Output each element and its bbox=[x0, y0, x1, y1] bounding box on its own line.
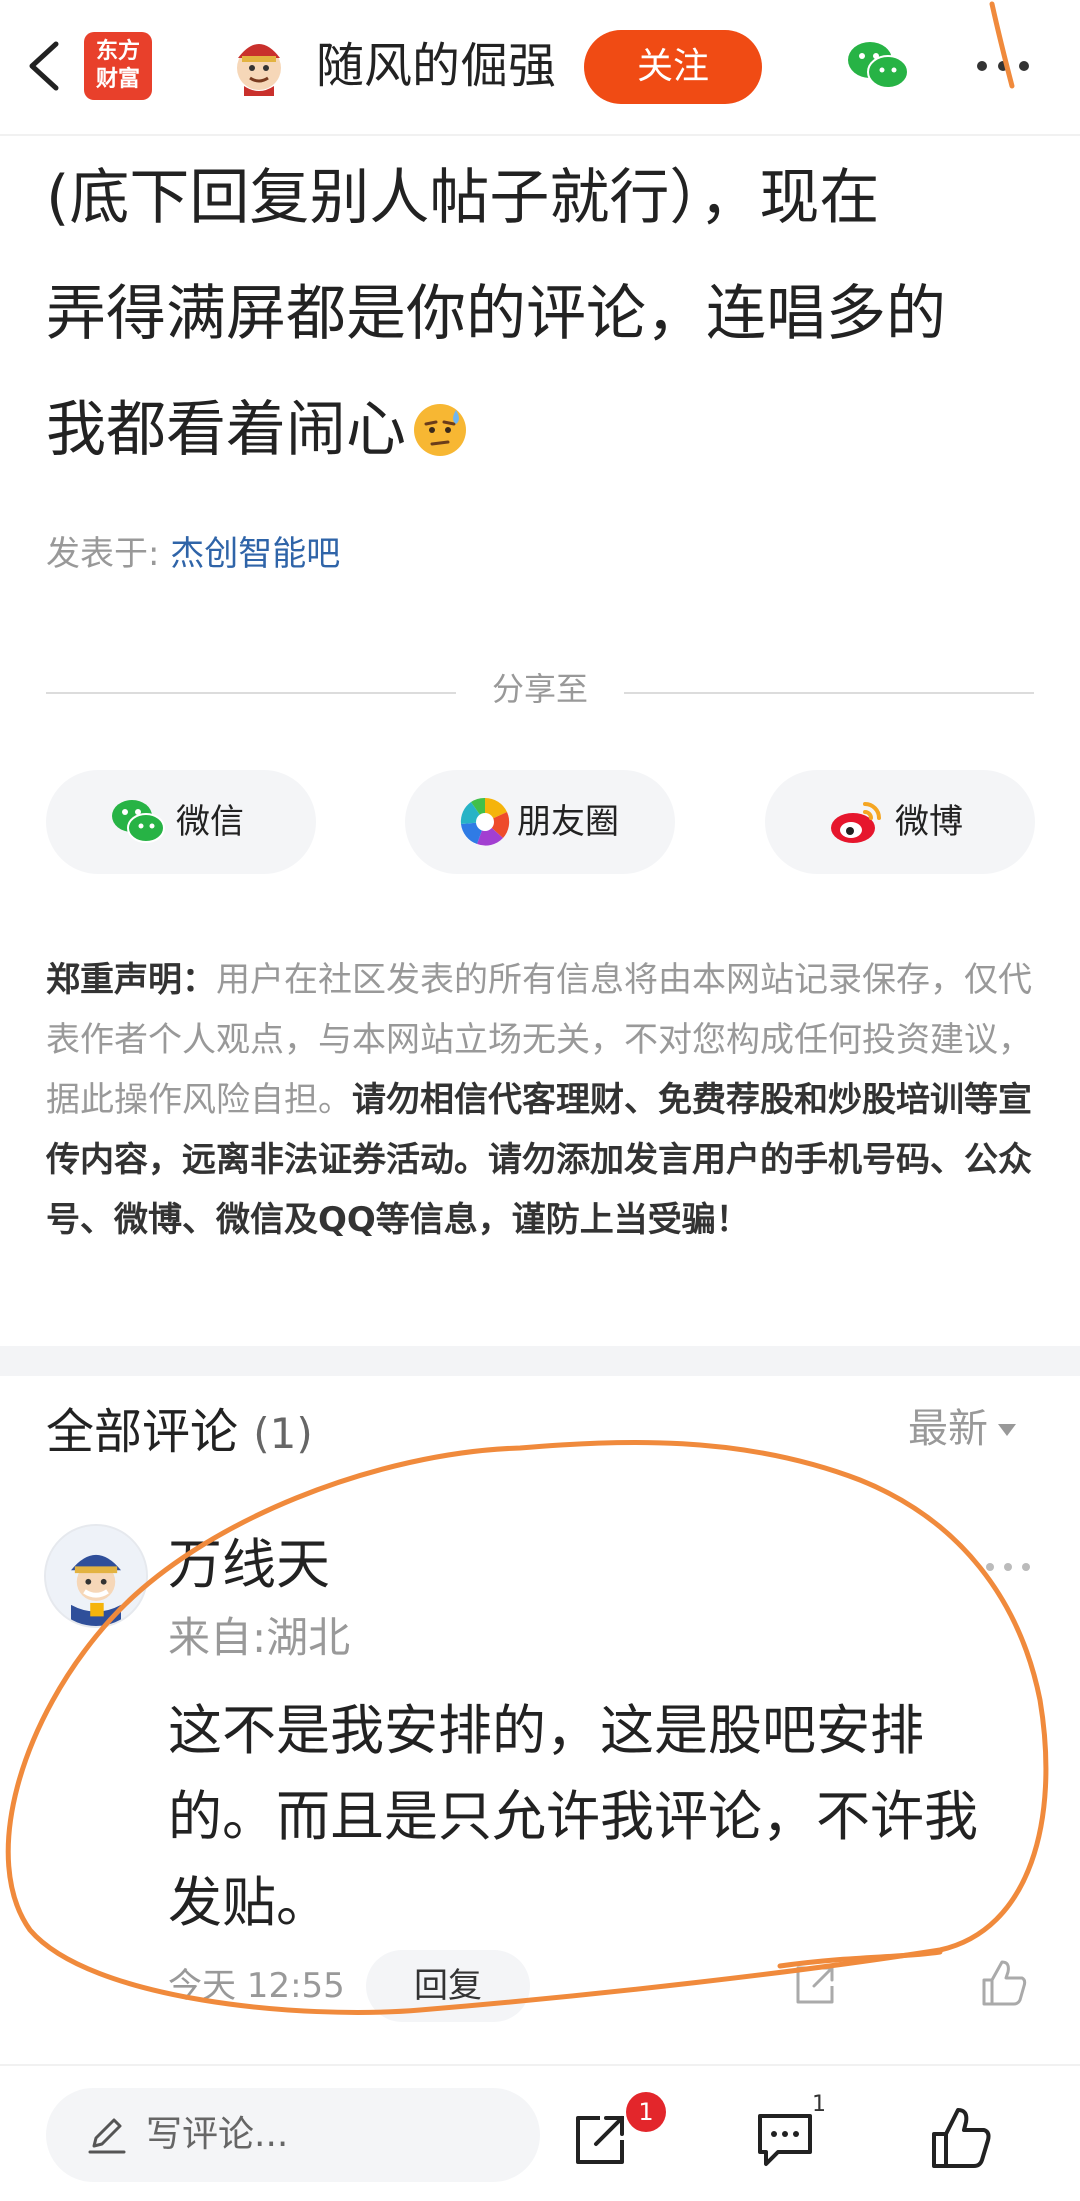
back-arrow-icon[interactable] bbox=[22, 38, 66, 94]
more-options-icon[interactable] bbox=[974, 56, 1032, 76]
share-moments-label: 朋友圈 bbox=[517, 802, 619, 842]
post-line: (底下回复别人帖子就行），现在 bbox=[46, 163, 880, 233]
share-icon[interactable] bbox=[792, 1962, 838, 2008]
commenter-avatar[interactable] bbox=[44, 1524, 148, 1628]
share-title: 分享至 bbox=[491, 670, 588, 708]
forum-link[interactable]: 杰创智能吧 bbox=[170, 534, 340, 574]
post-line-text: 我都看着闹心 bbox=[46, 395, 406, 465]
thumbs-up-icon[interactable] bbox=[930, 2106, 992, 2170]
divider bbox=[624, 692, 1034, 694]
write-comment-placeholder: 写评论... bbox=[146, 2114, 289, 2155]
comment-line: 发贴。 bbox=[168, 1871, 330, 1934]
comments-header: 全部评论 (1) bbox=[46, 1400, 313, 1466]
app-logo-line2: 财富 bbox=[95, 67, 140, 92]
author-avatar[interactable] bbox=[228, 34, 290, 96]
app-logo-line1: 东方 bbox=[95, 39, 140, 64]
bottom-action-bar: 写评论... 1 1 bbox=[0, 2064, 1080, 2201]
sweat-face-emoji-icon bbox=[414, 404, 466, 456]
commenter-location: 来自:湖北 bbox=[168, 1613, 351, 1662]
sort-dropdown[interactable]: 最新 bbox=[908, 1400, 1016, 1458]
share-wechat-button[interactable]: 微信 bbox=[46, 770, 316, 874]
sort-label: 最新 bbox=[908, 1406, 988, 1452]
thumbs-up-icon[interactable] bbox=[980, 1958, 1028, 2008]
comments-title: 全部评论 bbox=[46, 1404, 239, 1460]
reply-button[interactable]: 回复 bbox=[366, 1950, 530, 2022]
share-icon[interactable] bbox=[570, 2110, 630, 2170]
comment-more-icon[interactable] bbox=[984, 1560, 1032, 1574]
follow-button[interactable]: 关注 bbox=[584, 30, 762, 104]
moments-aperture-icon bbox=[460, 797, 510, 846]
wechat-icon[interactable] bbox=[846, 40, 910, 92]
write-comment-input[interactable]: 写评论... bbox=[46, 2088, 540, 2182]
comment-line: 的。而且是只允许我评论，不许我 bbox=[168, 1785, 978, 1848]
posted-in-label: 发表于: bbox=[46, 534, 171, 574]
comments-count: (1) bbox=[253, 1409, 313, 1458]
share-badge: 1 bbox=[626, 2092, 666, 2132]
app-logo[interactable]: 东方 财富 bbox=[84, 32, 152, 100]
author-name[interactable]: 随风的倔强 bbox=[316, 36, 556, 96]
wechat-icon bbox=[112, 800, 165, 843]
disclaimer: 郑重声明：用户在社区发表的所有信息将由本网站记录保存，仅代表作者个人观点，与本网… bbox=[46, 950, 1036, 1250]
weibo-icon bbox=[831, 802, 881, 843]
pen-icon bbox=[88, 2118, 126, 2154]
share-weibo-label: 微博 bbox=[895, 802, 963, 842]
post-line: 我都看着闹心 bbox=[46, 372, 1046, 488]
divider bbox=[46, 692, 456, 694]
share-weibo-button[interactable]: 微博 bbox=[765, 770, 1035, 874]
share-wechat-label: 微信 bbox=[176, 802, 244, 842]
comment-line: 这不是我安排的，这是股吧安排 bbox=[168, 1699, 924, 1762]
posted-in: 发表于: 杰创智能吧 bbox=[46, 530, 340, 578]
comment-time: 今天 12:55 bbox=[168, 1966, 345, 2006]
comment-count: 1 bbox=[812, 2092, 826, 2117]
comment-icon[interactable] bbox=[754, 2110, 816, 2168]
caret-down-icon bbox=[998, 1424, 1016, 1436]
post-line: 弄得满屏都是你的评论，连唱多的 bbox=[46, 279, 946, 349]
disclaimer-heading: 郑重声明： bbox=[46, 960, 216, 1000]
commenter-name[interactable]: 万线天 bbox=[168, 1532, 330, 1598]
comment-text: 这不是我安排的，这是股吧安排 的。而且是只允许我评论，不许我 发贴。 bbox=[168, 1688, 1038, 1946]
share-moments-button[interactable]: 朋友圈 bbox=[405, 770, 675, 874]
top-nav-bar: 东方 财富 随风的倔强 关注 bbox=[0, 0, 1080, 136]
post-content: (底下回复别人帖子就行），现在 弄得满屏都是你的评论，连唱多的 我都看着闹心 bbox=[46, 140, 1046, 488]
section-separator bbox=[0, 1346, 1080, 1376]
